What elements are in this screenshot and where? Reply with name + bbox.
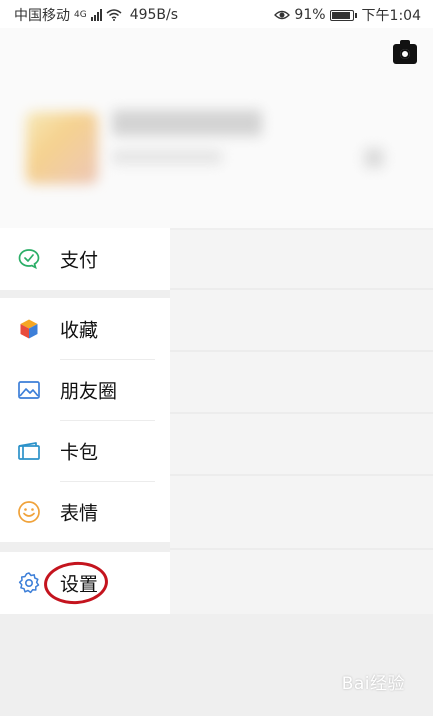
menu-item-label: 朋友圈 [60, 380, 118, 403]
profile-name-blurred [112, 110, 262, 136]
card-icon [17, 439, 41, 463]
status-bar: 中国移动 4G 495B/s 91% 下午1:04 [0, 0, 433, 28]
menu-item-cards[interactable]: 卡包 [0, 421, 170, 481]
camera-icon[interactable] [393, 40, 417, 64]
gear-icon [17, 571, 41, 595]
clock: 下午1:04 [361, 8, 421, 24]
menu-item-label: 收藏 [60, 319, 99, 342]
carrier-label: 中国移动 [14, 8, 70, 24]
profile-blurred [0, 90, 433, 210]
smiley-icon [17, 500, 41, 524]
menu-item-label: 表情 [60, 502, 99, 525]
image-icon [17, 378, 41, 402]
menu-item-label: 支付 [60, 249, 99, 272]
profile-id-blurred [112, 150, 222, 164]
wechat-pay-icon [17, 247, 41, 271]
wifi-icon [106, 9, 122, 21]
network-speed: 495B/s [129, 7, 179, 23]
menu-item-label: 卡包 [60, 441, 99, 464]
list-background-blurred [170, 230, 433, 620]
baidu-watermark: Bai经验 [341, 674, 405, 694]
menu-item-pay[interactable]: 支付 [0, 229, 170, 289]
menu-item-moments[interactable]: 朋友圈 [0, 360, 170, 420]
network-type: 4G [74, 10, 87, 20]
signal-icon [90, 9, 102, 21]
qr-code-icon[interactable] [364, 148, 384, 168]
battery-percent: 91% [294, 7, 326, 23]
bottom-area [0, 614, 433, 716]
cube-icon [17, 317, 41, 341]
menu-item-stickers[interactable]: 表情 [0, 482, 170, 542]
battery-icon [329, 9, 357, 21]
eye-icon [274, 10, 291, 20]
avatar[interactable] [26, 112, 98, 184]
menu-item-favorites[interactable]: 收藏 [0, 299, 170, 359]
